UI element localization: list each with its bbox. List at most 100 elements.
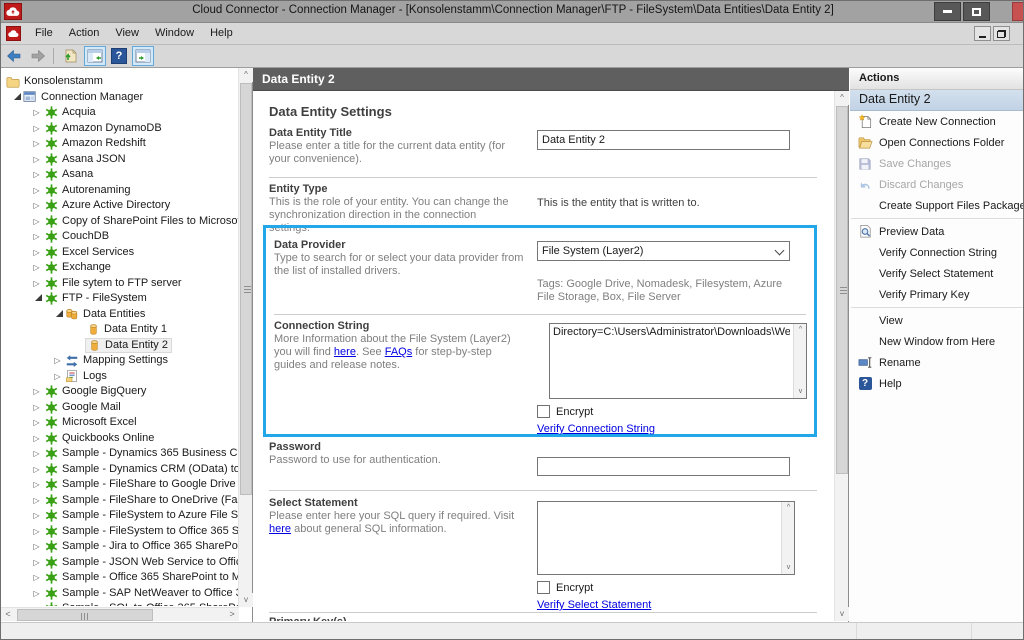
expand-toggle-icon[interactable]: ▷ — [30, 601, 43, 606]
scroll-down-icon[interactable]: v — [239, 593, 253, 607]
tree-item-azure-active-directory[interactable]: ▷Azure Active Directory — [1, 198, 239, 214]
collapse-toggle-icon[interactable] — [9, 90, 22, 105]
expand-toggle-icon[interactable]: ▷ — [30, 229, 43, 244]
action-create-new-connection[interactable]: Create New Connection — [850, 111, 1024, 132]
tree-item-asana-json[interactable]: ▷Asana JSON — [1, 152, 239, 168]
tree-item-sample-fileshare-to-google-drive[interactable]: ▷Sample - FileShare to Google Drive — [1, 477, 239, 493]
action-verify-connection-string[interactable]: Verify Connection String — [850, 242, 1024, 263]
tree-item-amazon-redshift[interactable]: ▷Amazon Redshift — [1, 136, 239, 152]
data-entity-title-input[interactable] — [537, 130, 790, 150]
tree-horizontal-scrollbar[interactable]: < > — [1, 607, 239, 621]
scroll-down-icon[interactable]: v — [835, 607, 849, 621]
password-input[interactable] — [537, 457, 790, 476]
expand-toggle-icon[interactable]: ▷ — [30, 121, 43, 136]
expand-toggle-icon[interactable]: ▷ — [30, 555, 43, 570]
tree-item-acquia[interactable]: ▷Acquia — [1, 105, 239, 121]
expand-toggle-icon[interactable]: ▷ — [30, 446, 43, 461]
tree-item-ftp-filesystem[interactable]: FTP - FileSystem — [1, 291, 239, 307]
scroll-up-icon[interactable]: ^ — [835, 91, 849, 105]
tree-item-copy-of-sharepoint-files-to-microsoft-s[interactable]: ▷Copy of SharePoint Files to Microsoft S — [1, 214, 239, 230]
tree-item-couchdb[interactable]: ▷CouchDB — [1, 229, 239, 245]
minimize-button[interactable] — [934, 2, 961, 21]
tree-item-exchange[interactable]: ▷Exchange — [1, 260, 239, 276]
scroll-up-icon[interactable]: ^ — [239, 68, 253, 82]
expand-toggle-icon[interactable]: ▷ — [30, 586, 43, 601]
expand-toggle-icon[interactable]: ▷ — [30, 245, 43, 260]
action-rename[interactable]: Rename — [850, 352, 1024, 373]
scroll-up-icon[interactable]: ^ — [782, 502, 795, 514]
tree-item-sample-jira-to-office-365-sharepoint[interactable]: ▷Sample - Jira to Office 365 SharePoint — [1, 539, 239, 555]
tree-item-file-sytem-to-ftp-server[interactable]: ▷File sytem to FTP server — [1, 276, 239, 292]
faqs-link[interactable]: FAQs — [385, 346, 413, 358]
tree-item-sample-filesystem-to-office-365-shar[interactable]: ▷Sample - FileSystem to Office 365 Shar — [1, 524, 239, 540]
tree-item-mapping-settings[interactable]: ▷Mapping Settings — [1, 353, 239, 369]
here-link[interactable]: here — [334, 346, 356, 358]
data-provider-select[interactable]: File System (Layer2) — [537, 241, 790, 261]
tree-item-data-entity-1[interactable]: Data Entity 1 — [1, 322, 239, 338]
help-button[interactable]: ? — [108, 46, 130, 66]
scroll-left-icon[interactable]: < — [1, 608, 15, 622]
action-create-support-files-package[interactable]: Create Support Files Package — [850, 195, 1024, 216]
back-button[interactable] — [3, 46, 25, 66]
expand-toggle-icon[interactable]: ▷ — [30, 462, 43, 477]
tree-item-sample-office-365-sharepoint-to-micr[interactable]: ▷Sample - Office 365 SharePoint to Micr — [1, 570, 239, 586]
menu-action[interactable]: Action — [61, 23, 108, 45]
maximize-button[interactable] — [963, 2, 990, 21]
textarea-scrollbar[interactable]: ^ v — [781, 502, 794, 574]
export-list-button[interactable] — [60, 46, 82, 66]
expand-toggle-icon[interactable]: ▷ — [30, 524, 43, 539]
select-statement-encrypt-checkbox[interactable] — [537, 581, 550, 594]
expand-toggle-icon[interactable]: ▷ — [30, 384, 43, 399]
action-open-connections-folder[interactable]: Open Connections Folder — [850, 132, 1024, 153]
scroll-right-icon[interactable]: > — [225, 608, 239, 622]
expand-toggle-icon[interactable]: ▷ — [30, 400, 43, 415]
main-scrollbar-thumb[interactable] — [836, 106, 848, 474]
close-button[interactable]: × — [1012, 2, 1024, 21]
expand-toggle-icon[interactable]: ▷ — [30, 214, 43, 229]
tree-item-sample-dynamics-crm-odata-to-of[interactable]: ▷Sample - Dynamics CRM (OData) to Of — [1, 462, 239, 478]
scroll-down-icon[interactable]: v — [782, 562, 795, 574]
scroll-down-icon[interactable]: v — [794, 386, 807, 398]
expand-toggle-icon[interactable]: ▷ — [30, 260, 43, 275]
tree-item-sample-sql-to-office-365-sharepoint[interactable]: ▷Sample - SQL to Office 365 SharePoint — [1, 601, 239, 606]
tree-item-sample-sap-netweaver-to-office-365[interactable]: ▷Sample - SAP NetWeaver to Office 365 — [1, 586, 239, 602]
tree-item-data-entities[interactable]: Data Entities — [1, 307, 239, 323]
tree-item-sample-json-web-service-to-office-3[interactable]: ▷Sample - JSON Web Service to Office 3 — [1, 555, 239, 571]
collapse-toggle-icon[interactable] — [51, 307, 64, 322]
tree-item-google-bigquery[interactable]: ▷Google BigQuery — [1, 384, 239, 400]
tree-item-konsolenstamm[interactable]: Konsolenstamm — [1, 74, 239, 90]
tree-item-sample-filesystem-to-azure-file-stora[interactable]: ▷Sample - FileSystem to Azure File Stora — [1, 508, 239, 524]
expand-toggle-icon[interactable]: ▷ — [30, 431, 43, 446]
tree-item-data-entity-2[interactable]: Data Entity 2 — [1, 338, 239, 354]
verify-select-statement-link[interactable]: Verify Select Statement — [537, 599, 651, 611]
expand-toggle-icon[interactable]: ▷ — [30, 570, 43, 585]
tree-item-logs[interactable]: ▷Logs — [1, 369, 239, 385]
action-preview-data[interactable]: Preview Data — [850, 221, 1024, 242]
tree-item-sample-fileshare-to-onedrive-fastfil[interactable]: ▷Sample - FileShare to OneDrive (FastFil — [1, 493, 239, 509]
tree-item-amazon-dynamodb[interactable]: ▷Amazon DynamoDB — [1, 121, 239, 137]
expand-toggle-icon[interactable]: ▷ — [30, 539, 43, 554]
tree-hscrollbar-thumb[interactable] — [17, 609, 153, 621]
tree-item-quickbooks-online[interactable]: ▷Quickbooks Online — [1, 431, 239, 447]
tree-item-connection-manager[interactable]: Connection Manager — [1, 90, 239, 106]
action-verify-select-statement[interactable]: Verify Select Statement — [850, 263, 1024, 284]
collapse-toggle-icon[interactable] — [30, 291, 43, 306]
menu-help[interactable]: Help — [202, 23, 241, 45]
show-hide-console-tree-button[interactable] — [84, 46, 106, 66]
expand-toggle-icon[interactable]: ▷ — [30, 167, 43, 182]
expand-toggle-icon[interactable]: ▷ — [30, 198, 43, 213]
tree-item-google-mail[interactable]: ▷Google Mail — [1, 400, 239, 416]
expand-toggle-icon[interactable]: ▷ — [51, 369, 64, 384]
tree-item-excel-services[interactable]: ▷Excel Services — [1, 245, 239, 261]
expand-toggle-icon[interactable]: ▷ — [30, 508, 43, 523]
connection-string-encrypt-checkbox[interactable] — [537, 405, 550, 418]
select-statement-textarea[interactable]: ^ v — [537, 501, 795, 575]
here-link[interactable]: here — [269, 523, 291, 535]
show-hide-action-pane-button[interactable] — [132, 46, 154, 66]
tree-item-autorenaming[interactable]: ▷Autorenaming — [1, 183, 239, 199]
menu-window[interactable]: Window — [147, 23, 202, 45]
action-help[interactable]: ?Help — [850, 373, 1024, 394]
scroll-up-icon[interactable]: ^ — [794, 324, 807, 336]
action-new-window-from-here[interactable]: New Window from Here — [850, 331, 1024, 352]
tree-item-asana[interactable]: ▷Asana — [1, 167, 239, 183]
